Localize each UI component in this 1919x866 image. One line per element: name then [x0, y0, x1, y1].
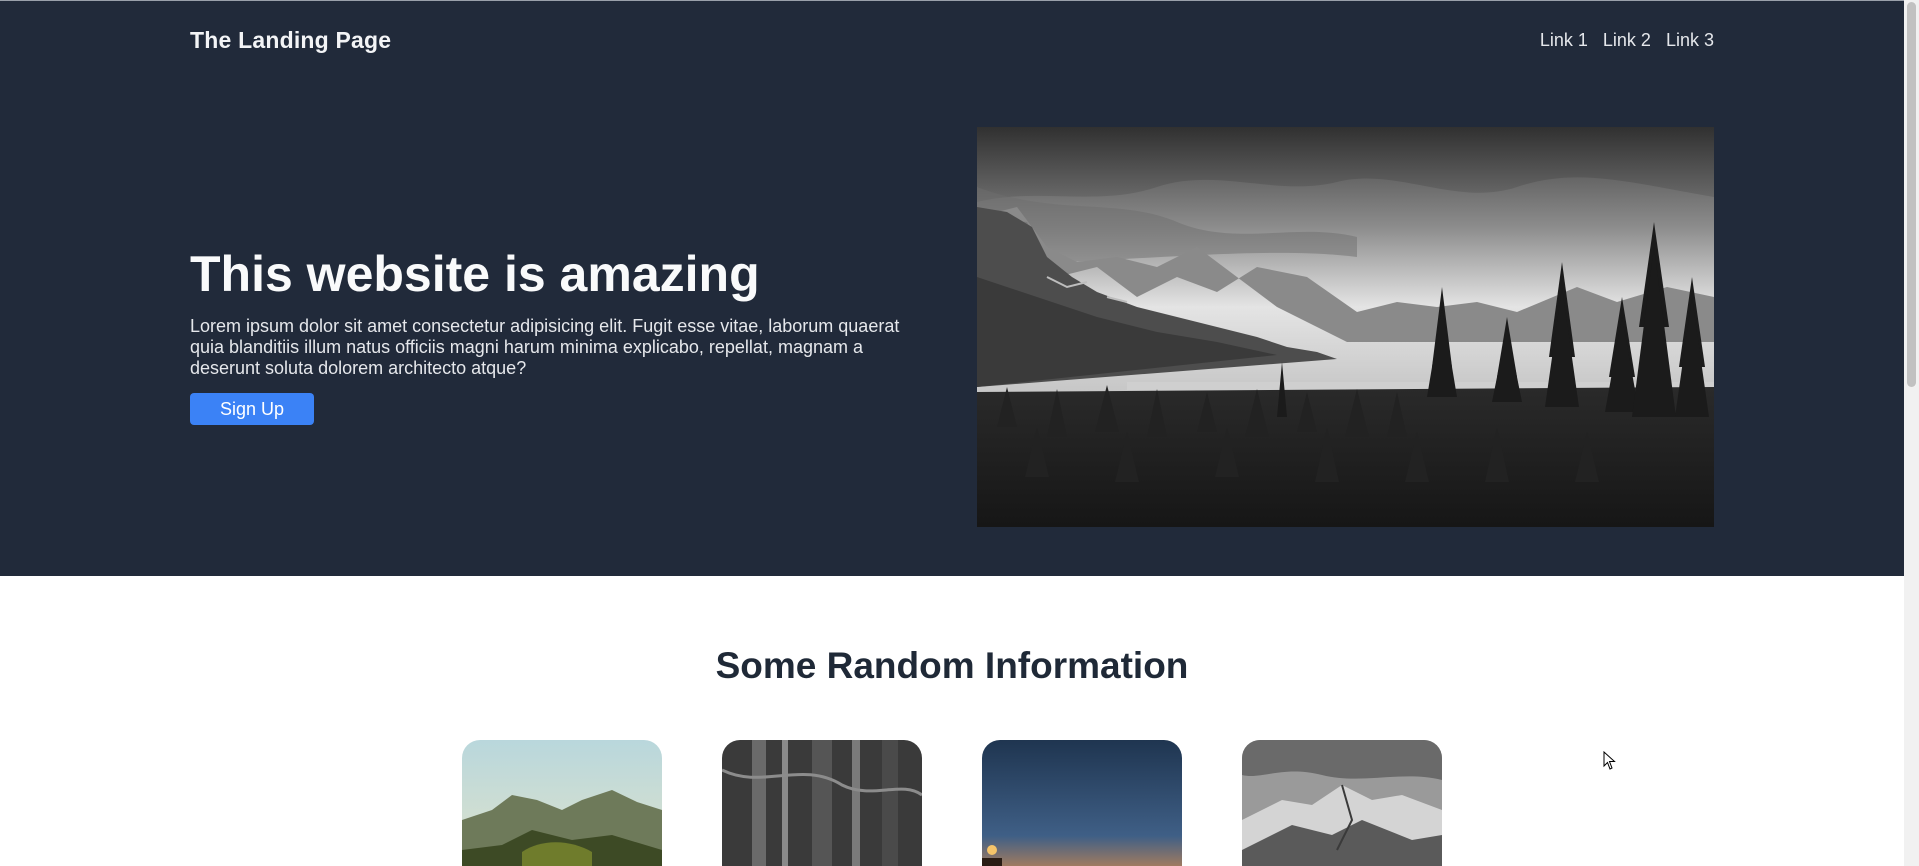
- brand-logo-text[interactable]: The Landing Page: [190, 27, 391, 54]
- card-image-waterfall: [722, 740, 922, 866]
- card-image-sunset: [982, 740, 1182, 866]
- vertical-scrollbar[interactable]: [1904, 0, 1919, 866]
- card-image-hills: [462, 740, 662, 866]
- hero-section: The Landing Page Link 1 Link 2 Link 3 Th…: [0, 0, 1904, 576]
- card-image-mountain-ridge: [1242, 740, 1442, 866]
- nav-links: Link 1 Link 2 Link 3: [1540, 30, 1714, 51]
- section-title: Some Random Information: [715, 645, 1189, 686]
- hero-description: Lorem ipsum dolor sit amet consectetur a…: [190, 316, 900, 378]
- hero-copy: This website is amazing Lorem ipsum dolo…: [190, 244, 920, 425]
- landing-page: The Landing Page Link 1 Link 2 Link 3 Th…: [0, 0, 1919, 866]
- scrollbar-thumb[interactable]: [1907, 2, 1916, 387]
- nav-link-1[interactable]: Link 1: [1540, 30, 1588, 51]
- hero-mountain-image: [977, 127, 1714, 527]
- image-cards: [462, 740, 1442, 866]
- signup-button[interactable]: Sign Up: [190, 393, 314, 425]
- hero-title: This website is amazing: [190, 246, 760, 302]
- mouse-pointer-icon: [1603, 751, 1616, 770]
- nav-link-3[interactable]: Link 3: [1666, 30, 1714, 51]
- nav-link-2[interactable]: Link 2: [1603, 30, 1651, 51]
- top-nav: The Landing Page Link 1 Link 2 Link 3: [190, 25, 1714, 55]
